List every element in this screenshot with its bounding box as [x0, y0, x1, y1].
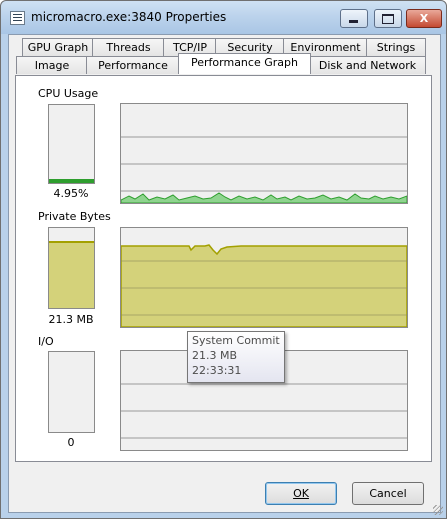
- ok-button[interactable]: OK: [265, 482, 337, 505]
- window-icon[interactable]: [10, 11, 25, 25]
- tab-strings[interactable]: Strings: [366, 38, 426, 56]
- window-title: micromacro.exe:3840 Properties: [31, 10, 227, 24]
- title-bar[interactable]: micromacro.exe:3840 Properties X: [1, 1, 446, 34]
- tooltip-time: 22:33:31: [192, 364, 242, 377]
- io-meter: [48, 351, 95, 433]
- private-bytes-meter-fill: [49, 240, 94, 308]
- ok-button-label: OK: [293, 487, 309, 500]
- cpu-usage-meter-fill: [49, 179, 94, 183]
- cpu-usage-value: 4.95%: [53, 187, 89, 200]
- tab-gpu-graph[interactable]: GPU Graph: [22, 38, 94, 56]
- cancel-button-label: Cancel: [369, 487, 407, 500]
- cancel-button[interactable]: Cancel: [352, 482, 424, 505]
- maximize-icon: [382, 14, 394, 24]
- cpu-usage-graph[interactable]: [120, 103, 408, 204]
- private-bytes-graph-plot: [121, 244, 407, 327]
- io-label: I/O: [38, 335, 54, 348]
- cpu-usage-series: [121, 192, 407, 203]
- cpu-usage-graph-plot: [121, 136, 407, 203]
- cpu-usage-label: CPU Usage: [38, 87, 99, 100]
- minimize-icon: [349, 20, 358, 23]
- private-bytes-graph[interactable]: [120, 227, 408, 328]
- maximize-button[interactable]: [374, 9, 402, 28]
- minimize-button[interactable]: [340, 9, 368, 28]
- tooltip-title: System Commit: [192, 334, 280, 347]
- properties-window: micromacro.exe:3840 Properties X GPU Gra…: [0, 0, 447, 519]
- cpu-usage-meter: [48, 104, 95, 184]
- tab-performance-graph[interactable]: Performance Graph: [178, 53, 311, 74]
- close-icon: X: [419, 12, 429, 25]
- graph-tooltip: System Commit 21.3 MB 22:33:31: [187, 331, 285, 383]
- tab-threads[interactable]: Threads: [92, 38, 165, 56]
- resize-grip-icon[interactable]: [433, 505, 443, 515]
- tab-disk-and-network[interactable]: Disk and Network: [309, 56, 426, 74]
- io-value: 0: [67, 436, 75, 449]
- private-bytes-label: Private Bytes: [38, 210, 111, 223]
- tooltip-value: 21.3 MB: [192, 349, 238, 362]
- tab-performance[interactable]: Performance: [86, 56, 180, 74]
- close-button[interactable]: X: [406, 9, 442, 28]
- tab-image[interactable]: Image: [16, 56, 88, 74]
- private-bytes-value: 21.3 MB: [48, 313, 94, 326]
- private-bytes-meter: [48, 227, 95, 309]
